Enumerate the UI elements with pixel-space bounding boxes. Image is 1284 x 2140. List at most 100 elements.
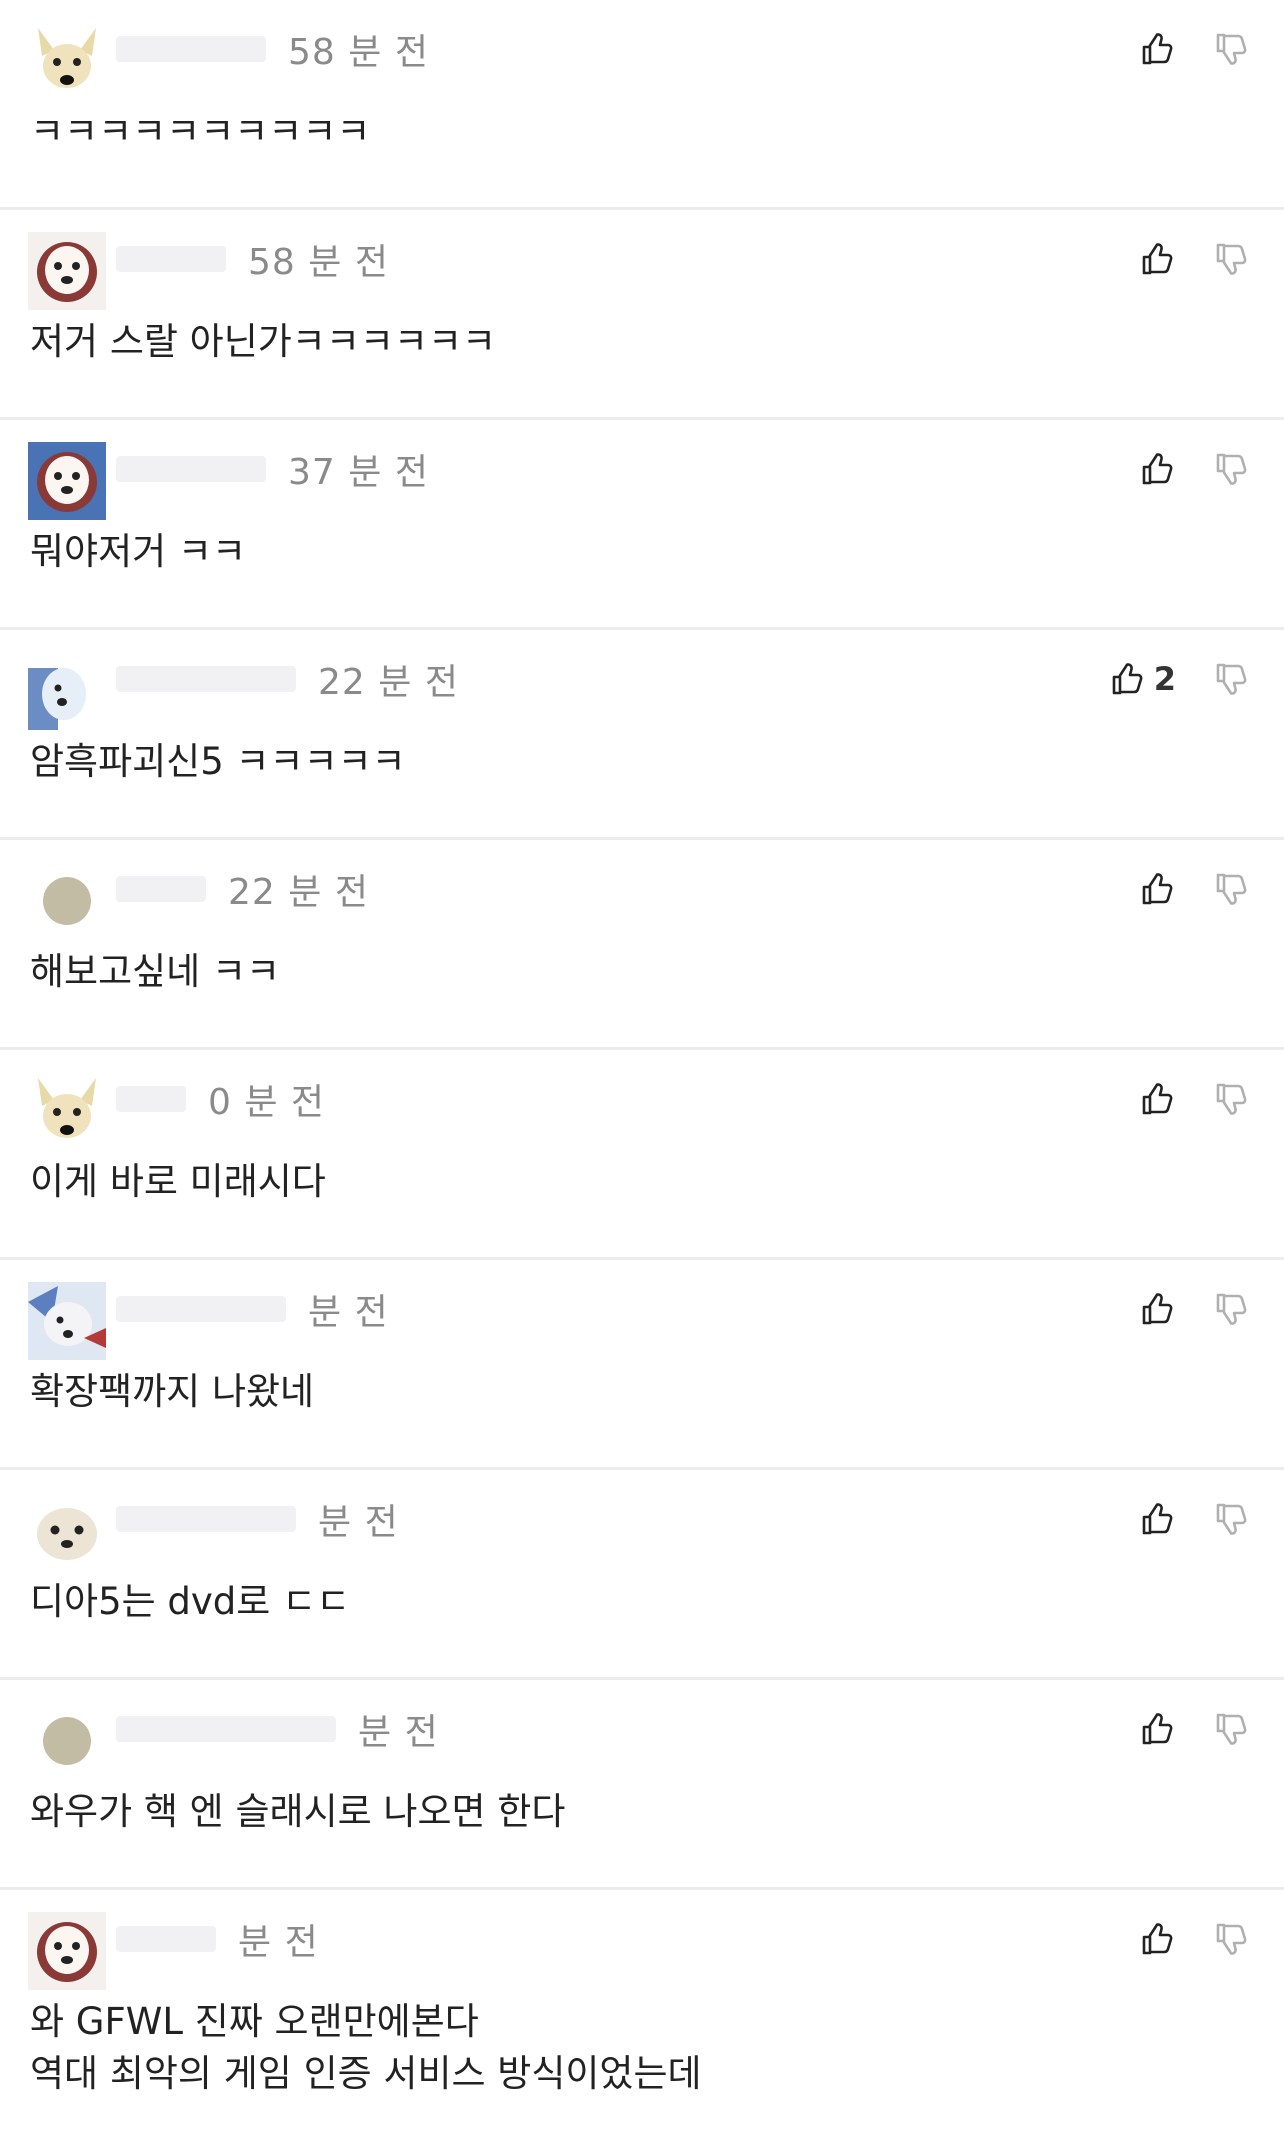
- comment-text: ㅋㅋㅋㅋㅋㅋㅋㅋㅋㅋ: [30, 110, 371, 153]
- upvote-button[interactable]: 2: [1106, 659, 1176, 699]
- comment-text: 확장팩까지 나왔네: [30, 1370, 315, 1413]
- vote-controls: [1136, 24, 1250, 74]
- nickname-redacted[interactable]: [116, 1296, 286, 1322]
- comment-meta: 0 분 전: [116, 1074, 325, 1124]
- comment-text: 암흑파괴신5 ㅋㅋㅋㅋㅋ: [30, 740, 406, 783]
- comment-text: 뭐야저거 ㅋㅋ: [30, 530, 247, 573]
- thumbs-down-icon: [1210, 659, 1250, 699]
- upvote-button[interactable]: [1136, 449, 1176, 489]
- thumbs-up-icon: [1136, 29, 1176, 69]
- comment-item: 58 분 전 ㅋㅋㅋㅋㅋㅋㅋㅋㅋㅋ: [0, 0, 1284, 210]
- comment-text: 이게 바로 미래시다: [30, 1160, 326, 1203]
- nickname-redacted[interactable]: [116, 246, 226, 272]
- avatar[interactable]: [28, 22, 106, 100]
- comment-time: 0 분 전: [208, 1082, 326, 1123]
- comment-meta: 분 전: [116, 1914, 319, 1964]
- thumbs-down-icon: [1210, 29, 1250, 69]
- nickname-redacted[interactable]: [116, 456, 266, 482]
- thumbs-up-icon: [1106, 659, 1146, 699]
- nickname-redacted[interactable]: [116, 876, 206, 902]
- upvote-button[interactable]: [1136, 1079, 1176, 1119]
- downvote-button[interactable]: [1210, 1079, 1250, 1119]
- avatar[interactable]: [28, 232, 106, 310]
- vote-controls: [1136, 234, 1250, 284]
- nickname-redacted[interactable]: [116, 1086, 186, 1112]
- downvote-button[interactable]: [1210, 1289, 1250, 1329]
- thumbs-down-icon: [1210, 239, 1250, 279]
- vote-controls: [1136, 1284, 1250, 1334]
- vote-controls: [1136, 1704, 1250, 1754]
- thumbs-up-icon: [1136, 869, 1176, 909]
- comment-meta: 분 전: [116, 1704, 439, 1754]
- comment-meta: 분 전: [116, 1284, 389, 1334]
- thumbs-up-icon: [1136, 239, 1176, 279]
- thumbs-up-icon: [1136, 1289, 1176, 1329]
- thumbs-up-icon: [1136, 1079, 1176, 1119]
- comment-meta: 분 전: [116, 1494, 399, 1544]
- comment-text: 디아5는 dvd로 ㄷㄷ: [30, 1580, 351, 1623]
- thumbs-down-icon: [1210, 1709, 1250, 1749]
- comment-text: 저거 스랄 아닌가ㅋㅋㅋㅋㅋㅋ: [30, 320, 497, 363]
- nickname-redacted[interactable]: [116, 1926, 216, 1952]
- upvote-button[interactable]: [1136, 1919, 1176, 1959]
- thumbs-down-icon: [1210, 1919, 1250, 1959]
- thumbs-down-icon: [1210, 1499, 1250, 1539]
- thumbs-down-icon: [1210, 869, 1250, 909]
- comment-item: 22 분 전 해보고싶네 ㅋㅋ: [0, 840, 1284, 1050]
- comment-text: 와우가 핵 엔 슬래시로 나오면 한다: [30, 1790, 566, 1833]
- upvote-button[interactable]: [1136, 239, 1176, 279]
- upvote-button[interactable]: [1136, 1289, 1176, 1329]
- comment-time: 37 분 전: [288, 452, 429, 493]
- comment-item: 분 전 확장팩까지 나왔네: [0, 1260, 1284, 1470]
- comment-time: 분 전: [318, 1502, 399, 1543]
- avatar[interactable]: [28, 1912, 106, 1990]
- avatar[interactable]: [42, 876, 92, 926]
- comment-time: 58 분 전: [248, 242, 389, 283]
- vote-controls: [1136, 1914, 1250, 1964]
- downvote-button[interactable]: [1210, 1709, 1250, 1749]
- comment-time: 분 전: [308, 1292, 389, 1333]
- nickname-redacted[interactable]: [116, 666, 296, 692]
- downvote-button[interactable]: [1210, 869, 1250, 909]
- downvote-button[interactable]: [1210, 1919, 1250, 1959]
- comment-item: 22 분 전 암흑파괴신5 ㅋㅋㅋㅋㅋ 2: [0, 630, 1284, 840]
- comment-meta: 58 분 전: [116, 24, 429, 74]
- downvote-button[interactable]: [1210, 239, 1250, 279]
- comment-meta: 58 분 전: [116, 234, 389, 284]
- upvote-button[interactable]: [1136, 869, 1176, 909]
- vote-controls: [1136, 1494, 1250, 1544]
- vote-controls: [1136, 1074, 1250, 1124]
- thumbs-up-icon: [1136, 1919, 1176, 1959]
- nickname-redacted[interactable]: [116, 36, 266, 62]
- vote-controls: [1136, 864, 1250, 914]
- vote-controls: 2: [1106, 654, 1250, 704]
- avatar[interactable]: [28, 652, 106, 730]
- downvote-button[interactable]: [1210, 1499, 1250, 1539]
- comment-item: 분 전 와 GFWL 진짜 오랜만에본다 역대 최악의 게임 인증 서비스 방식…: [0, 1890, 1284, 2140]
- nickname-redacted[interactable]: [116, 1506, 296, 1532]
- comment-time: 분 전: [358, 1712, 439, 1753]
- upvote-button[interactable]: [1136, 1499, 1176, 1539]
- comment-text: 해보고싶네 ㅋㅋ: [30, 950, 281, 993]
- comment-item: 분 전 디아5는 dvd로 ㄷㄷ: [0, 1470, 1284, 1680]
- thumbs-up-icon: [1136, 1499, 1176, 1539]
- downvote-button[interactable]: [1210, 659, 1250, 699]
- downvote-button[interactable]: [1210, 29, 1250, 69]
- downvote-button[interactable]: [1210, 449, 1250, 489]
- avatar[interactable]: [28, 1282, 106, 1360]
- avatar[interactable]: [42, 1716, 92, 1766]
- avatar[interactable]: [28, 1072, 106, 1150]
- comment-item: 분 전 와우가 핵 엔 슬래시로 나오면 한다: [0, 1680, 1284, 1890]
- nickname-redacted[interactable]: [116, 1716, 336, 1742]
- comment-meta: 22 분 전: [116, 864, 369, 914]
- thumbs-up-icon: [1136, 449, 1176, 489]
- upvote-button[interactable]: [1136, 1709, 1176, 1749]
- comment-time: 22 분 전: [318, 662, 459, 703]
- comment-meta: 37 분 전: [116, 444, 429, 494]
- comment-time: 22 분 전: [228, 872, 369, 913]
- avatar[interactable]: [28, 442, 106, 520]
- comment-text: 와 GFWL 진짜 오랜만에본다 역대 최악의 게임 인증 서비스 방식이었는데: [30, 2000, 702, 2095]
- upvote-button[interactable]: [1136, 29, 1176, 69]
- thumbs-down-icon: [1210, 1079, 1250, 1119]
- avatar[interactable]: [28, 1492, 106, 1570]
